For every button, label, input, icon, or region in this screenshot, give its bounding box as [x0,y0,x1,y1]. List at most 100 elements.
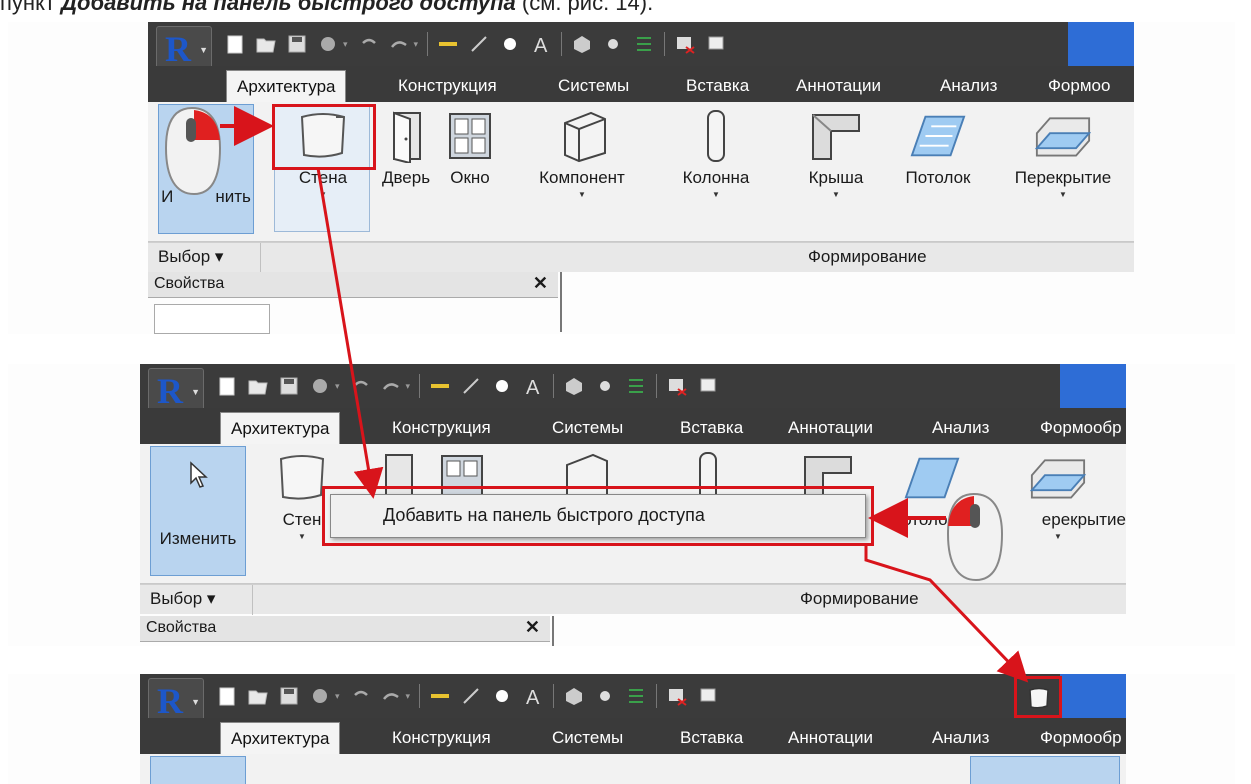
switch-windows-icon[interactable] [705,33,727,55]
text-icon[interactable]: A [530,33,552,55]
tab-insert[interactable]: Вставка [686,76,749,96]
dropdown-arrow-icon[interactable]: ▾ [343,39,348,50]
tab-analyze[interactable]: Анализ [932,728,989,748]
close-windows-icon[interactable] [666,685,688,707]
modify-tool[interactable] [150,756,246,784]
redo-icon[interactable] [380,375,402,397]
measure-icon[interactable] [429,685,451,707]
3d-view-icon[interactable] [563,685,585,707]
floor-tool-selected[interactable] [970,756,1120,784]
door-tool[interactable]: Дверь [374,102,438,188]
modify-tool[interactable]: Изменить [150,446,246,576]
tab-systems[interactable]: Системы [552,418,623,438]
undo-icon[interactable] [357,33,379,55]
section-icon[interactable] [594,375,616,397]
thin-lines-icon[interactable] [633,33,655,55]
select-panel-dropdown[interactable]: Выбор ▾ [158,247,223,267]
wall-highlight-box [272,104,376,170]
tab-structure[interactable]: Конструкция [392,728,491,748]
open-icon[interactable] [247,375,269,397]
3d-view-icon[interactable] [563,375,585,397]
tab-architecture[interactable]: Архитектура [226,70,347,105]
floor-tool[interactable]: Перекрытие ▼ [998,102,1128,199]
text-icon[interactable]: A [522,685,544,707]
redo-icon[interactable] [388,33,410,55]
dropdown-arrow-icon[interactable]: ▾ [335,381,340,392]
tag-icon[interactable] [499,33,521,55]
tab-insert[interactable]: Вставка [680,728,743,748]
component-tool[interactable]: Компонент ▼ [522,102,642,199]
tab-insert[interactable]: Вставка [680,418,743,438]
dropdown-arrow-icon[interactable]: ▾ [406,381,411,392]
modify-tool[interactable]: Инить [158,104,254,234]
application-menu-button[interactable]: R ▼ [148,368,204,412]
tab-structure[interactable]: Конструкция [392,418,491,438]
tab-structure[interactable]: Конструкция [398,76,497,96]
thin-lines-icon[interactable] [625,375,647,397]
sync-icon[interactable] [309,375,331,397]
tab-annotate[interactable]: Аннотации [788,418,873,438]
measure-icon[interactable] [429,375,451,397]
roof-tool[interactable]: Крыша ▼ [796,102,876,199]
quick-access-toolbar: R ▼ ▾ ▾ A [148,22,1134,70]
floor-icon [1030,450,1086,506]
floor-tool[interactable]: ерекрытие ▼ [990,444,1126,541]
tab-systems[interactable]: Системы [552,728,623,748]
close-windows-icon[interactable] [666,375,688,397]
new-icon[interactable] [216,685,238,707]
close-icon[interactable]: ✕ [525,617,540,638]
tab-annotate[interactable]: Аннотации [796,76,881,96]
ceiling-tool[interactable]: Потоло [882,444,982,530]
tab-analyze[interactable]: Анализ [932,418,989,438]
save-icon[interactable] [278,685,300,707]
save-icon[interactable] [278,375,300,397]
measure-icon[interactable] [437,33,459,55]
column-tool[interactable]: Колонна ▼ [668,102,764,199]
application-menu-button[interactable]: R ▼ [148,678,204,722]
switch-windows-icon[interactable] [697,375,719,397]
qat-icons: ▾ ▾ A [216,683,719,709]
new-icon[interactable] [224,33,246,55]
window-tool[interactable]: Окно [438,102,502,188]
tab-annotate[interactable]: Аннотации [788,728,873,748]
dimension-icon[interactable] [460,685,482,707]
open-icon[interactable] [255,33,277,55]
select-panel-dropdown[interactable]: Выбор ▾ [150,589,215,609]
dropdown-arrow-icon[interactable]: ▾ [335,691,340,702]
application-menu-button[interactable]: R ▼ [156,26,212,70]
dimension-icon[interactable] [460,375,482,397]
undo-icon[interactable] [349,685,371,707]
tab-systems[interactable]: Системы [558,76,629,96]
type-selector[interactable] [154,304,270,334]
undo-icon[interactable] [349,375,371,397]
close-windows-icon[interactable] [674,33,696,55]
svg-text:A: A [526,377,540,397]
section-icon[interactable] [594,685,616,707]
dimension-icon[interactable] [468,33,490,55]
3d-view-icon[interactable] [571,33,593,55]
section-icon[interactable] [602,33,624,55]
text-icon[interactable]: A [522,375,544,397]
sync-icon[interactable] [317,33,339,55]
tab-analyze[interactable]: Анализ [940,76,997,96]
redo-icon[interactable] [380,685,402,707]
switch-windows-icon[interactable] [697,685,719,707]
close-icon[interactable]: ✕ [533,273,548,294]
dropdown-arrow-icon[interactable]: ▾ [406,691,411,702]
tab-architecture[interactable]: Архитектура [220,722,341,757]
tab-massing[interactable]: Формообр [1040,728,1122,748]
save-icon[interactable] [286,33,308,55]
component-icon [554,108,610,164]
tab-massing[interactable]: Формообр [1040,418,1122,438]
tab-architecture[interactable]: Архитектура [220,412,341,447]
sync-icon[interactable] [309,685,331,707]
tab-massing[interactable]: Формоо [1048,76,1110,96]
tag-icon[interactable] [491,375,513,397]
dropdown-arrow-icon[interactable]: ▾ [414,39,419,50]
tag-icon[interactable] [491,685,513,707]
thin-lines-icon[interactable] [625,685,647,707]
ceiling-tool[interactable]: Потолок [888,102,988,188]
open-icon[interactable] [247,685,269,707]
new-icon[interactable] [216,375,238,397]
toolbar-separator [656,684,658,708]
